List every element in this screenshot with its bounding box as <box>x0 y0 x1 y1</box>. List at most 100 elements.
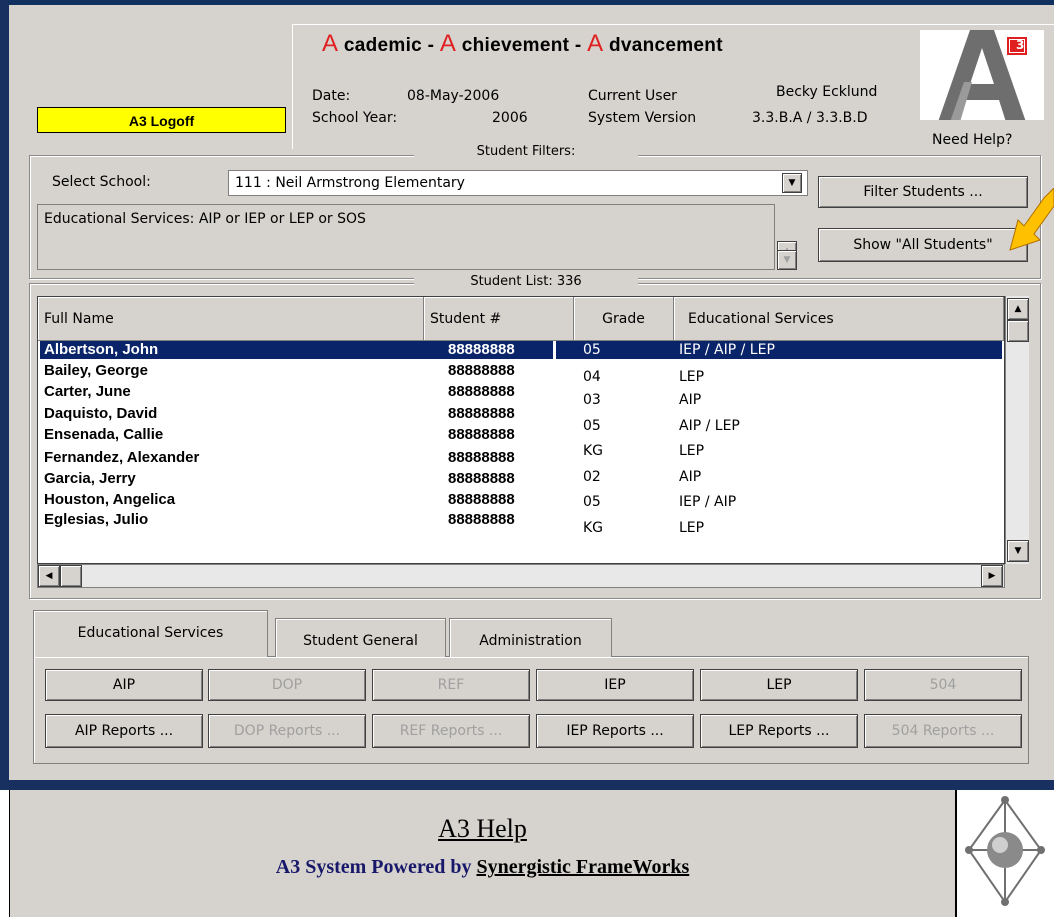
system-version-value: 3.3.B.A / 3.3.B.D <box>752 110 868 126</box>
student-services: AIP <box>679 392 702 408</box>
student-name[interactable]: Daquisto, David <box>44 405 157 422</box>
title-letter-1: A <box>322 30 339 57</box>
student-number: 88888888 <box>448 511 515 528</box>
student-grade: 05 <box>583 418 601 434</box>
student-number: 88888888 <box>448 341 515 358</box>
current-user-label: Current User <box>588 88 677 104</box>
title-word-2: chievement - <box>456 35 588 56</box>
student-grade: 02 <box>583 469 601 485</box>
student-grade: 03 <box>583 392 601 408</box>
scroll-thumb[interactable] <box>1007 320 1029 342</box>
tab-administration[interactable]: Administration <box>449 618 612 657</box>
504-button[interactable]: 504 <box>864 669 1022 701</box>
school-year-value: 2006 <box>492 110 528 126</box>
column-header-student-number[interactable]: Student # <box>424 297 574 341</box>
synergistic-logo[interactable] <box>955 790 1054 917</box>
student-number: 88888888 <box>448 405 515 422</box>
504-reports-button[interactable]: 504 Reports ... <box>864 714 1022 748</box>
horizontal-scroll-thumb[interactable] <box>60 565 82 587</box>
student-number: 88888888 <box>448 362 515 379</box>
window-bottom-border <box>0 780 1054 790</box>
student-services: LEP <box>679 369 705 385</box>
lep-reports-button[interactable]: LEP Reports ... <box>700 714 858 748</box>
select-school-label: Select School: <box>52 174 151 190</box>
student-filters-legend: Student Filters: <box>414 144 638 159</box>
student-number: 88888888 <box>448 426 515 443</box>
aip-button[interactable]: AIP <box>45 669 203 701</box>
a3-logo[interactable]: 3 <box>920 30 1044 122</box>
scroll-down-icon[interactable]: ▼ <box>1007 540 1029 562</box>
student-grade: 05 <box>583 342 601 358</box>
student-services: IEP / AIP <box>679 494 737 510</box>
scroll-left-icon[interactable]: ◀ <box>38 565 60 587</box>
synergistic-frameworks-link[interactable]: Synergistic FrameWorks <box>476 856 689 878</box>
lep-button[interactable]: LEP <box>700 669 858 701</box>
school-year-label: School Year: <box>312 110 398 126</box>
student-services: AIP / LEP <box>679 418 740 434</box>
window-left-border <box>0 0 9 790</box>
student-services: IEP / AIP / LEP <box>679 342 775 358</box>
student-name[interactable]: Fernandez, Alexander <box>44 449 199 466</box>
school-select-value: 111 : Neil Armstrong Elementary <box>235 175 465 191</box>
help-panel <box>9 790 956 917</box>
column-header-grade[interactable]: Grade <box>574 297 674 341</box>
scroll-up-icon[interactable]: ▲ <box>1007 298 1029 320</box>
scroll-right-icon[interactable]: ▶ <box>981 565 1003 587</box>
iep-button[interactable]: IEP <box>536 669 694 701</box>
school-select-dropdown-icon[interactable]: ▼ <box>782 173 802 193</box>
title-word-3: dvancement <box>603 35 723 56</box>
logoff-button[interactable]: A3 Logoff <box>37 107 286 133</box>
app-title: A cademic - A chievement - A dvancement <box>322 30 723 58</box>
student-grade: KG <box>583 443 604 459</box>
powered-by-text: A3 System Powered by <box>275 856 477 878</box>
dop-reports-button[interactable]: DOP Reports ... <box>208 714 366 748</box>
filter-students-button[interactable]: Filter Students ... <box>818 176 1028 208</box>
ref-button[interactable]: REF <box>372 669 530 701</box>
need-help-link[interactable]: Need Help? <box>932 132 1012 148</box>
date-value: 08-May-2006 <box>407 88 500 104</box>
date-label: Date: <box>312 88 351 104</box>
student-grade: 04 <box>583 369 601 385</box>
student-name[interactable]: Bailey, George <box>44 362 148 379</box>
logo-badge: 3 <box>1016 38 1025 52</box>
iep-reports-button[interactable]: IEP Reports ... <box>536 714 694 748</box>
student-grade: 05 <box>583 494 601 510</box>
student-number: 88888888 <box>448 383 515 400</box>
student-name: Albertson, John <box>44 341 159 358</box>
pointer-arrow-icon <box>1009 188 1054 251</box>
school-select[interactable]: 111 : Neil Armstrong Elementary <box>228 170 808 196</box>
student-number: 88888888 <box>448 449 515 466</box>
window-top-border <box>0 0 1054 5</box>
student-name[interactable]: Carter, June <box>44 383 131 400</box>
list-horizontal-scrollbar[interactable] <box>37 564 1005 588</box>
student-name[interactable]: Ensenada, Callie <box>44 426 163 443</box>
dop-button[interactable]: DOP <box>208 669 366 701</box>
current-user-value: Becky Ecklund <box>776 84 878 100</box>
title-letter-3: A <box>587 30 604 57</box>
aip-reports-button[interactable]: AIP Reports ... <box>45 714 203 748</box>
student-name[interactable]: Garcia, Jerry <box>44 470 136 487</box>
student-number: 88888888 <box>448 470 515 487</box>
show-all-students-button[interactable]: Show "All Students" <box>818 228 1028 262</box>
tab-educational-services[interactable]: Educational Services <box>33 610 268 657</box>
title-letter-2: A <box>439 30 457 57</box>
ref-reports-button[interactable]: REF Reports ... <box>372 714 530 748</box>
filter-scroll-down-icon[interactable]: ▼ <box>777 250 797 270</box>
student-list-legend: Student List: 336 <box>414 274 638 289</box>
student-number: 88888888 <box>448 491 515 508</box>
student-name[interactable]: Houston, Angelica <box>44 491 175 508</box>
tab-student-general[interactable]: Student General <box>275 618 446 657</box>
a3-logo-icon <box>938 30 1027 122</box>
system-version-label: System Version <box>588 110 697 126</box>
title-word-1: cademic - <box>338 35 440 56</box>
table-row-selected-right[interactable] <box>556 341 1002 359</box>
student-services: LEP <box>679 443 705 459</box>
column-header-full-name[interactable]: Full Name <box>38 297 424 341</box>
pyramid-sphere-icon <box>965 796 1045 906</box>
student-services: AIP <box>679 469 702 485</box>
filter-criteria-text: Educational Services: AIP or IEP or LEP … <box>37 204 775 270</box>
student-grade: KG <box>583 520 604 536</box>
student-name[interactable]: Eglesias, Julio <box>44 511 148 528</box>
column-header-educational-services[interactable]: Educational Services <box>674 297 1004 341</box>
help-title-link[interactable]: A3 Help <box>0 814 965 844</box>
